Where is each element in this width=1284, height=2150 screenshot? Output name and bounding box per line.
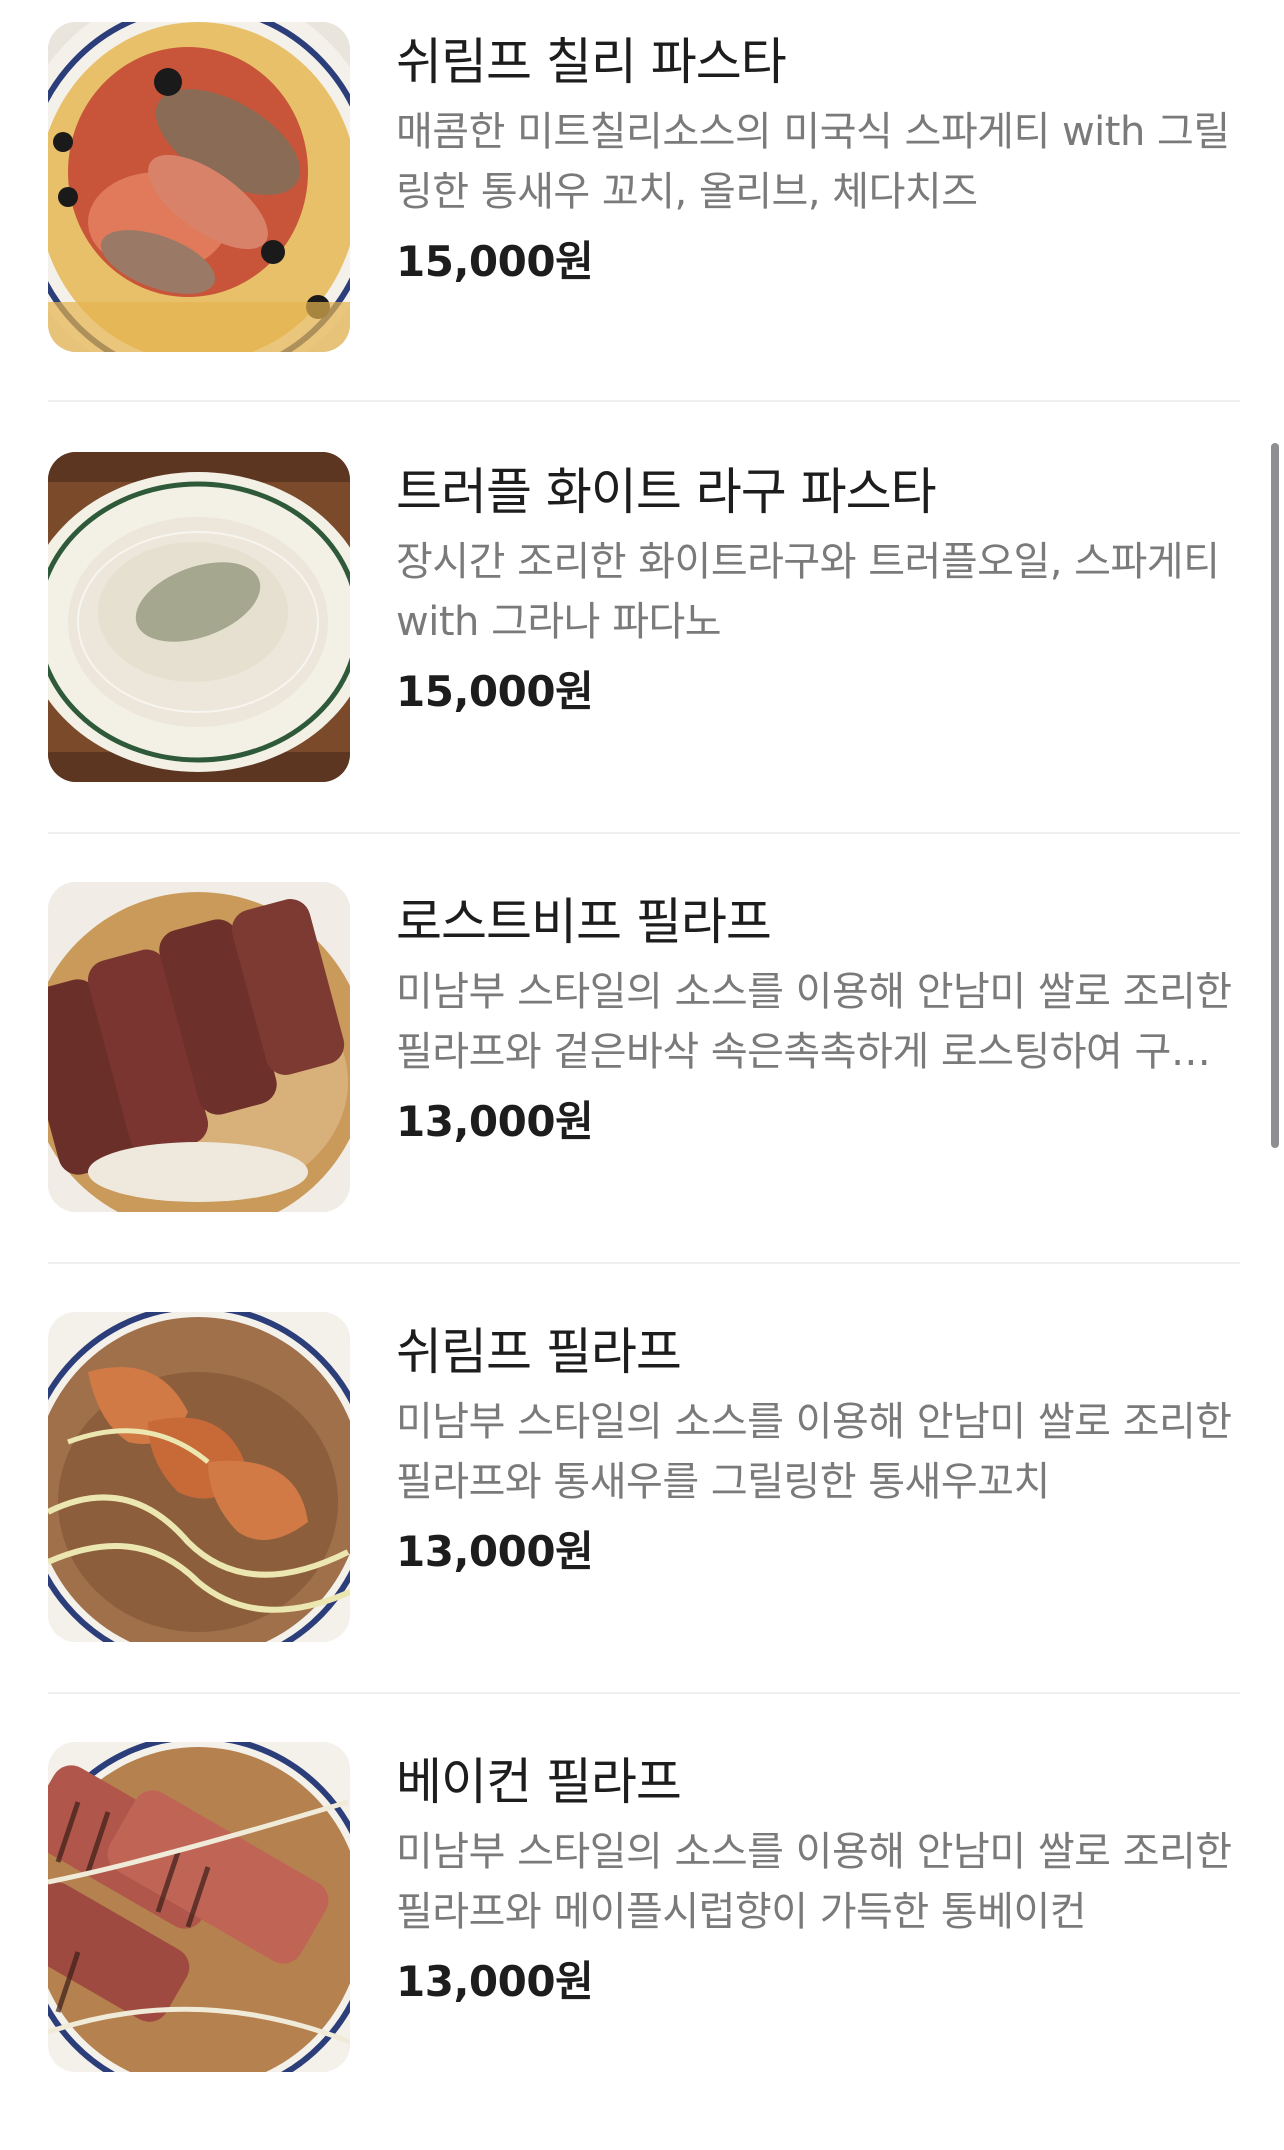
menu-item-description: 미남부 스타일의 소스를 이용해 안남미 쌀로 조리한 필라프와 통새우를 그릴… <box>396 1399 1232 1505</box>
menu-item-price: 13,000원 <box>396 1097 594 1146</box>
divider <box>48 400 1240 402</box>
menu-item-shrimp-chili-pasta[interactable]: 쉬림프 칠리 파스타 매콤한 미트칠리소스의 미국식 스파게티 with 그릴링… <box>48 0 1243 430</box>
menu-item-name: 베이컨 필라프 <box>396 1753 682 1811</box>
scrollbar[interactable] <box>1271 443 1279 1148</box>
menu-item-name: 트러플 화이트 라구 파스타 <box>396 463 937 521</box>
shrimp-chili-pasta-photo <box>48 22 350 352</box>
menu-item-description: 미남부 스타일의 소스를 이용해 안남미 쌀로 조리한 필라프와 메이플시럽향이… <box>396 1829 1232 1935</box>
shrimp-pilaf-photo <box>48 1312 350 1642</box>
menu-item-price: 15,000원 <box>396 667 594 716</box>
divider <box>48 1262 1240 1264</box>
menu-item-description: 장시간 조리한 화이트라구와 트러플오일, 스파게티 with 그라나 파다노 <box>396 539 1220 645</box>
menu-item-name: 쉬림프 필라프 <box>396 1323 682 1381</box>
menu-item-shrimp-pilaf[interactable]: 쉬림프 필라프 미남부 스타일의 소스를 이용해 안남미 쌀로 조리한 필라프와… <box>48 1290 1243 1720</box>
menu-list: 쉬림프 칠리 파스타 매콤한 미트칠리소스의 미국식 스파게티 with 그릴링… <box>0 0 1284 2086</box>
menu-item-truffle-white-ragu-pasta[interactable]: 트러플 화이트 라구 파스타 장시간 조리한 화이트라구와 트러플오일, 스파게… <box>48 430 1243 860</box>
truffle-white-ragu-pasta-photo <box>48 452 350 782</box>
roast-beef-pilaf-photo <box>48 882 350 1212</box>
menu-item-description: 미남부 스타일의 소스를 이용해 안남미 쌀로 조리한 필라프와 겉은바삭 속은… <box>396 969 1232 1075</box>
menu-item-price: 13,000원 <box>396 1527 594 1576</box>
divider <box>48 832 1240 834</box>
divider <box>48 1692 1240 1694</box>
menu-item-roast-beef-pilaf[interactable]: 로스트비프 필라프 미남부 스타일의 소스를 이용해 안남미 쌀로 조리한 필라… <box>48 860 1243 1290</box>
menu-item-description: 매콤한 미트칠리소스의 미국식 스파게티 with 그릴링한 통새우 꼬치, 올… <box>396 109 1230 215</box>
menu-item-price: 13,000원 <box>396 1957 594 2006</box>
bacon-pilaf-photo <box>48 1742 350 2072</box>
menu-item-name: 쉬림프 칠리 파스타 <box>396 33 787 91</box>
menu-item-name: 로스트비프 필라프 <box>396 893 772 951</box>
menu-item-price: 15,000원 <box>396 237 594 286</box>
